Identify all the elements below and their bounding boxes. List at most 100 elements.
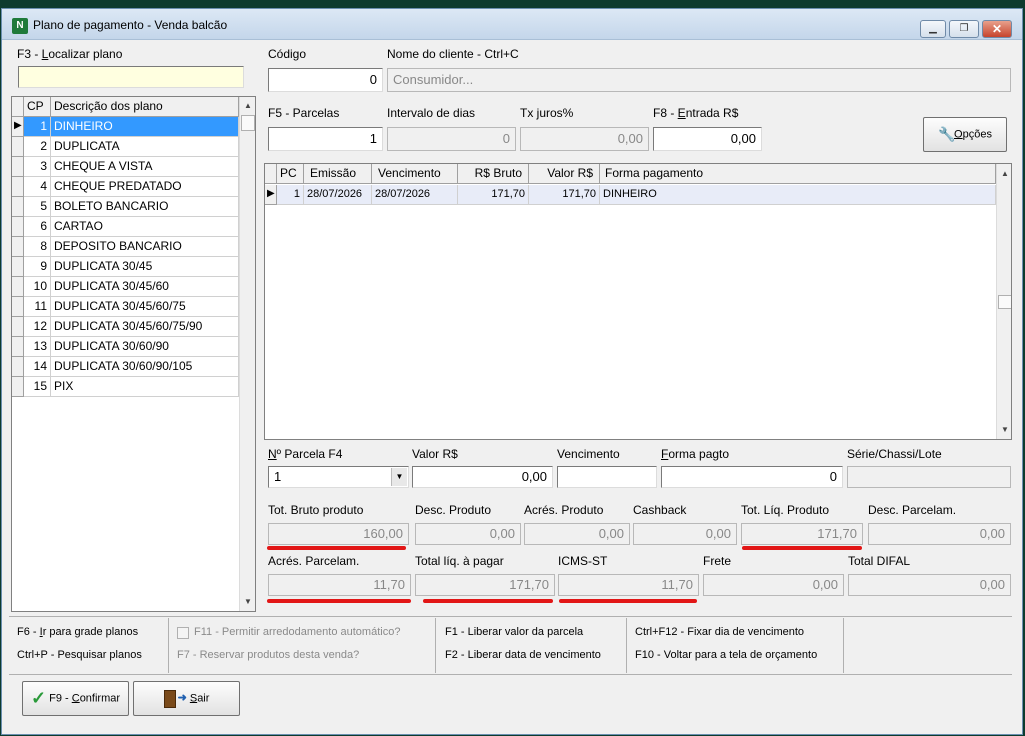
plan-desc: PIX — [51, 377, 239, 397]
plan-row[interactable]: 11 DUPLICATA 30/45/60/75 — [12, 297, 239, 317]
plans-grid: CP Descrição dos plano ▶ 1 DINHEIRO 2 DUPLIC… — [11, 96, 256, 612]
installment-row[interactable]: ▶ 1 28/07/2026 28/07/2026 171,70 171,70 DINHEI… — [265, 185, 996, 205]
shortcut-f6: F6 - Ir para grade planos — [17, 626, 139, 638]
plan-cp: 10 — [24, 277, 51, 297]
scroll-down-icon[interactable]: ▼ — [997, 422, 1011, 438]
arredondamento-checkbox[interactable] — [177, 627, 189, 639]
plan-row[interactable]: 2 DUPLICATA — [12, 137, 239, 157]
cliente-label: Nome do cliente - Ctrl+C — [387, 47, 519, 61]
intervalo-input[interactable]: 0 — [387, 127, 516, 151]
entrada-input[interactable]: 0,00 — [653, 127, 762, 151]
plans-scroll-thumb[interactable] — [241, 115, 255, 131]
confirmar-button[interactable]: ✓ F9 - Confirmar — [22, 681, 129, 716]
tot-liq-value: 171,70 — [741, 523, 863, 545]
plan-row[interactable]: 10 DUPLICATA 30/45/60 — [12, 277, 239, 297]
parcelas-input[interactable]: 1 — [268, 127, 383, 151]
plans-scrollbar[interactable]: ▲ ▼ — [239, 97, 255, 611]
exit-door-icon — [163, 689, 176, 708]
plan-desc: DUPLICATA 30/45/60 — [51, 277, 239, 297]
plan-row[interactable]: 4 CHEQUE PREDATADO — [12, 177, 239, 197]
plan-desc: DUPLICATA 30/60/90/105 — [51, 357, 239, 377]
inst-header-vencimento[interactable]: Vencimento — [372, 164, 458, 184]
forma-pagto-input[interactable]: 0 — [661, 466, 843, 488]
inst-header-forma[interactable]: Forma pagamento — [600, 164, 996, 184]
total-difal-label: Total DIFAL — [848, 554, 911, 568]
serie-input[interactable] — [847, 466, 1011, 488]
plan-cp: 14 — [24, 357, 51, 377]
installments-scrollbar[interactable]: ▲ ▼ — [996, 164, 1011, 439]
close-button[interactable]: ✕ — [982, 20, 1012, 38]
search-plan-label: F3 - Localizar plano — [17, 47, 123, 61]
inst-header-pc[interactable]: PC — [277, 164, 304, 184]
red-mark-total-pagar — [423, 599, 553, 603]
inst-header-bruto[interactable]: R$ Bruto — [458, 164, 529, 184]
plan-cp: 5 — [24, 197, 51, 217]
checkmark-icon: ✓ — [30, 688, 47, 708]
scroll-up-icon[interactable]: ▲ — [997, 166, 1011, 182]
inst-bruto: 171,70 — [458, 185, 529, 205]
footer-col-sep — [626, 618, 627, 673]
tot-bruto-value: 160,00 — [268, 523, 409, 545]
row-pointer-icon: ▶ — [267, 188, 275, 199]
cashback-value: 0,00 — [633, 523, 737, 545]
installments-grid: PC Emissão Vencimento R$ Bruto Valor R$ … — [264, 163, 1012, 440]
installments-scroll-thumb[interactable] — [998, 295, 1011, 309]
frete-value: 0,00 — [703, 574, 844, 596]
plan-row[interactable]: 3 CHEQUE A VISTA — [12, 157, 239, 177]
row-indicator — [12, 277, 24, 297]
desc-produto-label: Desc. Produto — [415, 503, 492, 517]
search-plan-input[interactable] — [18, 66, 244, 88]
row-indicator: ▶ — [265, 185, 277, 205]
icms-st-label: ICMS-ST — [558, 554, 608, 568]
plan-desc: CHEQUE A VISTA — [51, 157, 239, 177]
chevron-down-icon[interactable]: ▼ — [391, 468, 407, 486]
plan-desc: DEPOSITO BANCARIO — [51, 237, 239, 257]
juros-input[interactable]: 0,00 — [520, 127, 649, 151]
minimize-button[interactable]: ▁ — [920, 20, 946, 38]
scroll-up-icon[interactable]: ▲ — [240, 98, 255, 114]
title-bar: N Plano de pagamento - Venda balcão ▁ ❐ … — [2, 9, 1022, 40]
maximize-button[interactable]: ❐ — [949, 20, 979, 38]
shortcut-ctrlf12: Ctrl+F12 - Fixar dia de vencimento — [635, 626, 805, 638]
plan-row[interactable]: ▶ 1 DINHEIRO — [12, 117, 239, 137]
plan-cp: 11 — [24, 297, 51, 317]
plans-header-desc[interactable]: Descrição dos plano — [51, 97, 239, 117]
plan-row[interactable]: 12 DUPLICATA 30/45/60/75/90 — [12, 317, 239, 337]
opcoes-button[interactable]: 🔧Opções — [923, 117, 1007, 152]
app-logo-icon: N — [12, 18, 28, 34]
tot-liq-label: Tot. Líq. Produto — [741, 503, 830, 517]
tot-bruto-label: Tot. Bruto produto — [268, 503, 364, 517]
plan-row[interactable]: 15 PIX — [12, 377, 239, 397]
row-indicator — [12, 297, 24, 317]
valor-label: Valor R$ — [412, 447, 458, 461]
sair-button[interactable]: ➜ Sair — [133, 681, 240, 716]
plan-row[interactable]: 6 CARTAO — [12, 217, 239, 237]
cashback-label: Cashback — [633, 503, 687, 517]
plan-row[interactable]: 13 DUPLICATA 30/60/90 — [12, 337, 239, 357]
inst-header-emissao[interactable]: Emissão — [304, 164, 372, 184]
row-indicator — [12, 237, 24, 257]
serie-label: Série/Chassi/Lote — [847, 447, 942, 461]
shortcut-ctrlp: Ctrl+P - Pesquisar planos — [17, 649, 142, 661]
acres-produto-label: Acrés. Produto — [524, 503, 604, 517]
plan-row[interactable]: 14 DUPLICATA 30/60/90/105 — [12, 357, 239, 377]
vencimento-input[interactable] — [557, 466, 657, 488]
codigo-input[interactable]: 0 — [268, 68, 383, 92]
inst-header-valor[interactable]: Valor R$ — [529, 164, 600, 184]
payment-plan-window: N Plano de pagamento - Venda balcão ▁ ❐ … — [1, 8, 1023, 735]
footer-col-sep — [168, 618, 169, 673]
row-indicator — [12, 217, 24, 237]
scroll-down-icon[interactable]: ▼ — [240, 594, 255, 610]
juros-label: Tx juros% — [520, 106, 574, 120]
plans-header-cp[interactable]: CP — [24, 97, 51, 117]
plan-row[interactable]: 9 DUPLICATA 30/45 — [12, 257, 239, 277]
valor-input[interactable]: 0,00 — [412, 466, 553, 488]
plan-row[interactable]: 5 BOLETO BANCARIO — [12, 197, 239, 217]
desc-parcelam-label: Desc. Parcelam. — [868, 503, 957, 517]
plan-row[interactable]: 8 DEPOSITO BANCARIO — [12, 237, 239, 257]
forma-pagto-label: Forma pagto — [661, 447, 730, 461]
plan-cp: 3 — [24, 157, 51, 177]
cliente-input[interactable]: Consumidor... — [387, 68, 1011, 92]
num-parcela-select[interactable]: 1 ▼ — [268, 466, 409, 488]
plan-desc: CHEQUE PREDATADO — [51, 177, 239, 197]
